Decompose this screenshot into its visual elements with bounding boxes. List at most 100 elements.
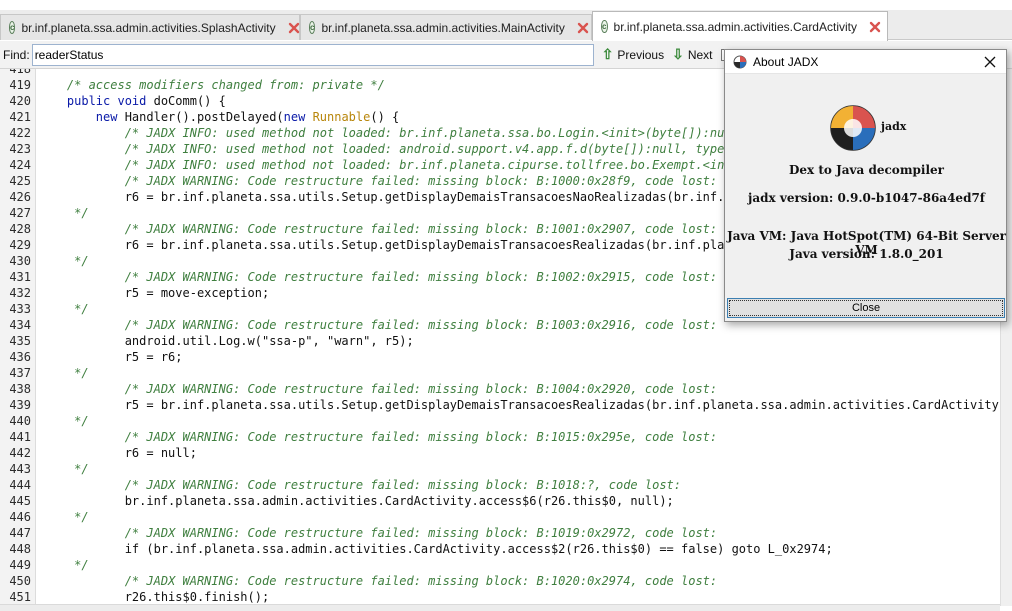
arrow-down-icon: ⇩ bbox=[672, 46, 684, 62]
find-label: Find: bbox=[3, 47, 30, 62]
code-text: r26.this$0.finish(); bbox=[38, 589, 270, 605]
about-dialog: About JADX jadx Dex to Java decompiler j… bbox=[724, 49, 1007, 322]
line-number: 422 bbox=[9, 126, 31, 140]
code-line[interactable]: 437 */ bbox=[0, 365, 1000, 381]
code-line[interactable]: 436 r5 = r6; bbox=[0, 349, 1000, 365]
tab-card-activity[interactable]: c br.inf.planeta.ssa.admin.activities.Ca… bbox=[592, 11, 888, 41]
code-line[interactable]: 448 if (br.inf.planeta.ssa.admin.activit… bbox=[0, 541, 1000, 557]
code-token: /* JADX WARNING: Code restructure failed… bbox=[124, 430, 718, 444]
line-number: 431 bbox=[9, 270, 31, 284]
line-number: 446 bbox=[9, 510, 31, 524]
code-token: /* JADX WARNING: Code restructure failed… bbox=[124, 382, 718, 396]
code-token: /* JADX WARNING: Code restructure failed… bbox=[124, 574, 718, 588]
line-number: 437 bbox=[9, 366, 31, 380]
code-line[interactable]: 445 br.inf.planeta.ssa.admin.activities.… bbox=[0, 493, 1000, 509]
close-button[interactable]: Close bbox=[727, 298, 1005, 318]
line-number: 432 bbox=[9, 286, 31, 300]
jadx-version-text: jadx version: 0.9.0-b1047-86a4ed7f bbox=[748, 191, 985, 205]
code-text: r5 = r6; bbox=[38, 349, 183, 365]
close-tab-icon[interactable] bbox=[288, 21, 300, 35]
code-text: /* JADX WARNING: Code restructure failed… bbox=[38, 381, 717, 397]
line-number: 420 bbox=[9, 94, 31, 108]
code-text: /* JADX WARNING: Code restructure failed… bbox=[38, 573, 717, 589]
code-line[interactable]: 440 */ bbox=[0, 413, 1000, 429]
code-text: new Handler().postDelayed(new Runnable()… bbox=[38, 109, 399, 125]
code-text: */ bbox=[38, 205, 88, 221]
line-number: 423 bbox=[9, 142, 31, 156]
dialog-title: About JADX bbox=[753, 54, 819, 69]
code-text: */ bbox=[38, 413, 88, 429]
class-icon: c bbox=[309, 21, 316, 34]
next-button[interactable]: ⇩ Next bbox=[672, 46, 712, 63]
code-text: br.inf.planeta.ssa.admin.activities.Card… bbox=[38, 493, 674, 509]
line-number: 449 bbox=[9, 558, 31, 572]
code-line[interactable]: 449 */ bbox=[0, 557, 1000, 573]
code-line[interactable]: 441 /* JADX WARNING: Code restructure fa… bbox=[0, 429, 1000, 445]
line-number: 433 bbox=[9, 302, 31, 316]
close-tab-icon[interactable] bbox=[869, 20, 881, 34]
code-text: */ bbox=[38, 557, 88, 573]
code-line[interactable]: 446 */ bbox=[0, 509, 1000, 525]
tab-label: br.inf.planeta.ssa.admin.activities.Main… bbox=[321, 20, 565, 35]
tab-label: br.inf.planeta.ssa.admin.activities.Spla… bbox=[21, 20, 276, 35]
code-line[interactable]: 435 android.util.Log.w("ssa-p", "warn", … bbox=[0, 333, 1000, 349]
class-icon: c bbox=[9, 21, 16, 34]
line-number: 450 bbox=[9, 574, 31, 588]
line-number: 440 bbox=[9, 414, 31, 428]
tab-splash-activity[interactable]: c br.inf.planeta.ssa.admin.activities.Sp… bbox=[0, 14, 300, 40]
line-number: 451 bbox=[9, 590, 31, 604]
code-token: r5 = r6; bbox=[38, 350, 183, 364]
code-text: r6 = null; bbox=[38, 445, 197, 461]
code-token: r5 = move-exception; bbox=[38, 286, 270, 300]
code-text: /* JADX WARNING: Code restructure failed… bbox=[38, 429, 717, 445]
code-text: /* JADX WARNING: Code restructure failed… bbox=[38, 269, 717, 285]
line-number: 439 bbox=[9, 398, 31, 412]
code-text: /* JADX WARNING: Code restructure failed… bbox=[38, 173, 717, 189]
code-token: /* JADX WARNING: Code restructure failed… bbox=[124, 318, 718, 332]
close-tab-icon[interactable] bbox=[577, 21, 589, 35]
code-token: android.util.Log.w("ssa-p", "warn", r5); bbox=[38, 334, 414, 348]
line-number: 428 bbox=[9, 222, 31, 236]
line-number: 444 bbox=[9, 478, 31, 492]
code-line[interactable]: 438 /* JADX WARNING: Code restructure fa… bbox=[0, 381, 1000, 397]
code-token: /* JADX WARNING: Code restructure failed… bbox=[124, 222, 718, 236]
code-token: */ bbox=[74, 510, 89, 524]
horizontal-scrollbar[interactable] bbox=[0, 604, 1000, 611]
code-text: r5 = br.inf.planeta.ssa.utils.Setup.getD… bbox=[38, 397, 1000, 413]
code-text: */ bbox=[38, 509, 89, 525]
code-token: new bbox=[95, 110, 125, 124]
dialog-close-icon[interactable] bbox=[982, 54, 998, 70]
tab-main-activity[interactable]: c br.inf.planeta.ssa.admin.activities.Ma… bbox=[300, 14, 592, 40]
code-text: /* access modifiers changed from: privat… bbox=[38, 77, 385, 93]
code-token: /* JADX WARNING: Code restructure failed… bbox=[124, 478, 681, 492]
code-text: /* JADX WARNING: Code restructure failed… bbox=[38, 317, 717, 333]
code-line[interactable]: 443 */ bbox=[0, 461, 1000, 477]
code-token: Runnable bbox=[312, 110, 371, 124]
code-line[interactable]: 450 /* JADX WARNING: Code restructure fa… bbox=[0, 573, 1000, 589]
line-number: 421 bbox=[9, 110, 31, 124]
code-token: /* JADX WARNING: Code restructure failed… bbox=[124, 526, 718, 540]
code-token: doComm() { bbox=[153, 94, 226, 108]
code-text: /* JADX WARNING: Code restructure failed… bbox=[38, 221, 717, 237]
code-line[interactable]: 451 r26.this$0.finish(); bbox=[0, 589, 1000, 605]
code-line[interactable]: 439 r5 = br.inf.planeta.ssa.utils.Setup.… bbox=[0, 397, 1000, 413]
code-line[interactable]: 447 /* JADX WARNING: Code restructure fa… bbox=[0, 525, 1000, 541]
previous-button[interactable]: ⇧ Previous bbox=[602, 46, 664, 63]
code-line[interactable]: 442 r6 = null; bbox=[0, 445, 1000, 461]
line-number: 425 bbox=[9, 174, 31, 188]
dialog-subtitle: Dex to Java decompiler bbox=[789, 163, 944, 177]
code-token: () { bbox=[370, 110, 400, 124]
code-line[interactable]: 444 /* JADX WARNING: Code restructure fa… bbox=[0, 477, 1000, 493]
code-token: br.inf.planeta.ssa.admin.activities.Card… bbox=[38, 494, 674, 508]
code-text: */ bbox=[38, 461, 88, 477]
find-input[interactable] bbox=[31, 43, 594, 66]
